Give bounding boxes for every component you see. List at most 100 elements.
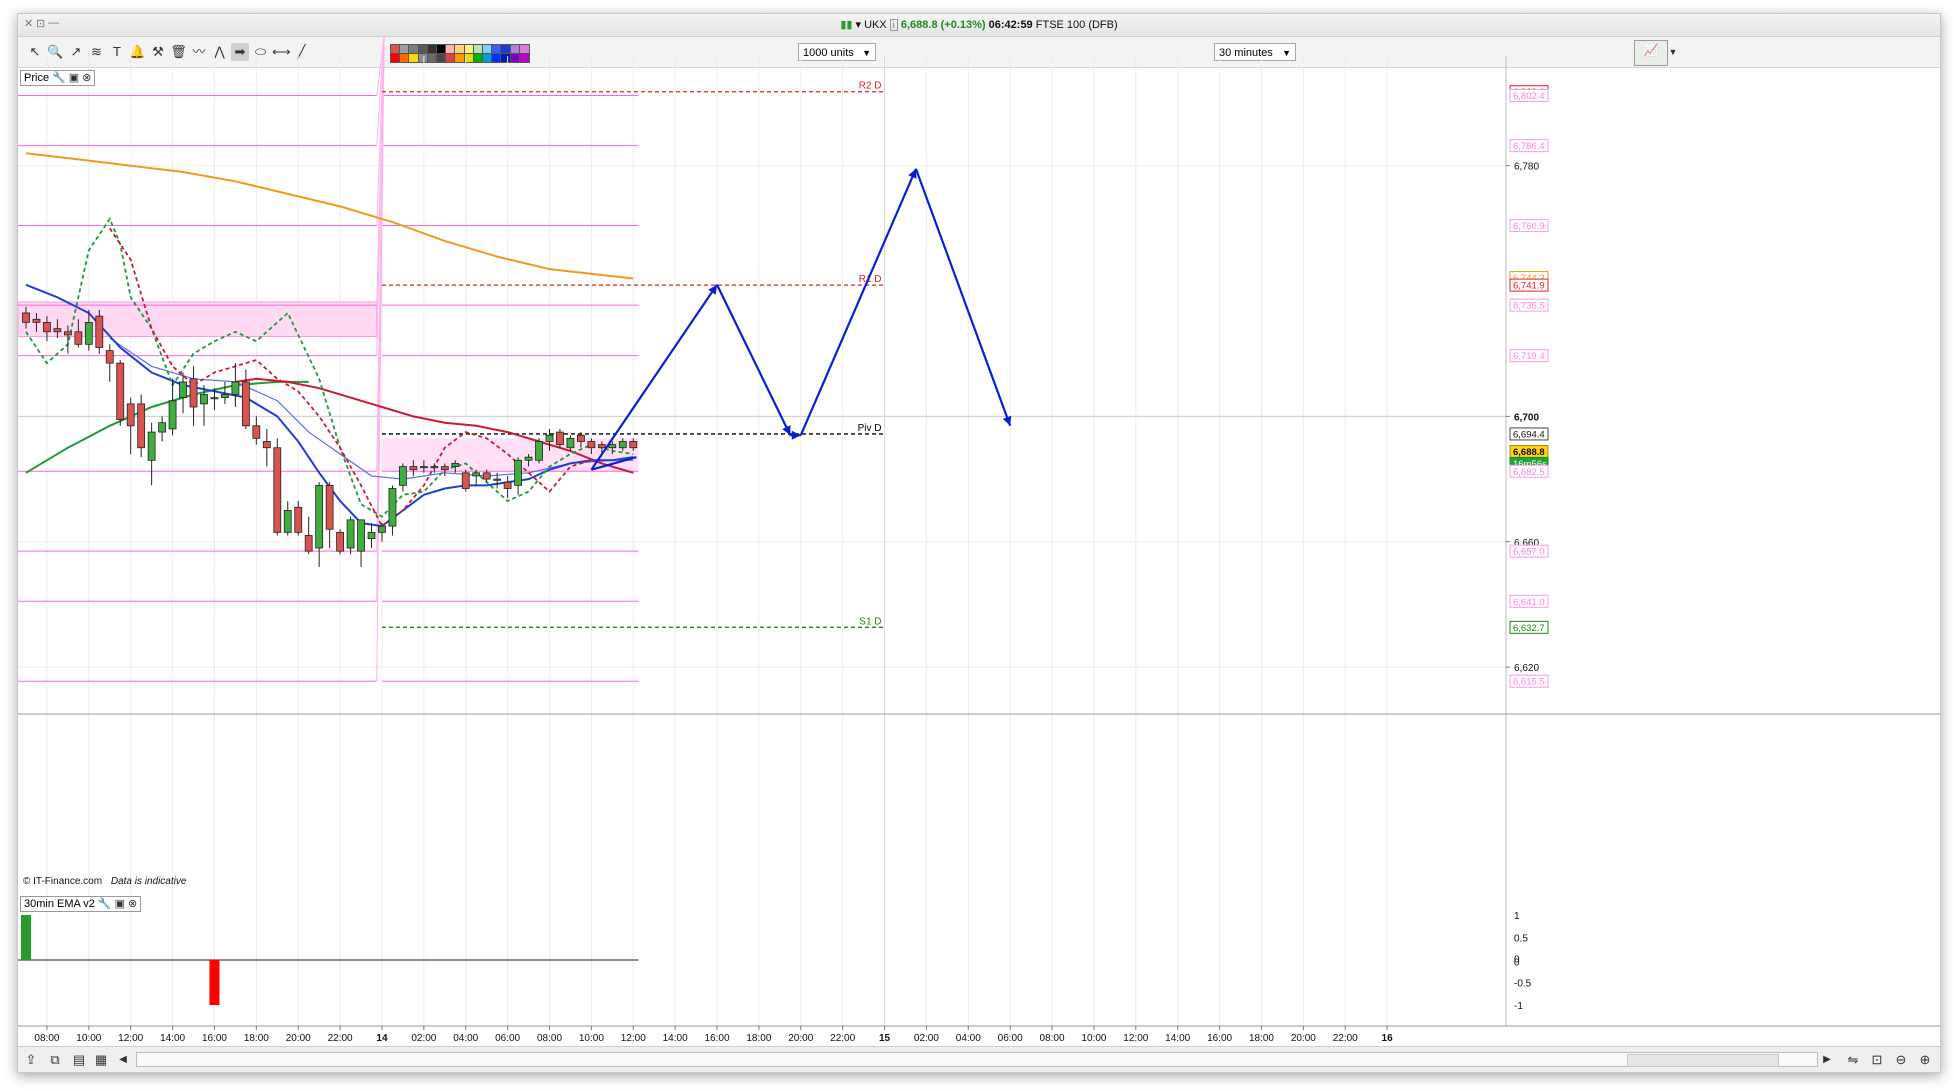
candle-body xyxy=(168,400,177,430)
horizontal-scrollbar[interactable] xyxy=(136,1052,1818,1067)
price-label-text: 6,735.5 xyxy=(1513,301,1545,312)
price-label-text: 6,657.0 xyxy=(1513,547,1545,558)
indicator-tick-label: 0.5 xyxy=(1514,934,1528,945)
candle-body xyxy=(262,441,271,449)
zoom-fit-icon[interactable]: ⊡ xyxy=(1868,1051,1886,1069)
candle-body xyxy=(189,378,198,408)
candle-body xyxy=(482,472,491,480)
price-label-text: 6,802.4 xyxy=(1513,91,1545,102)
candle-body xyxy=(493,478,502,481)
close-circle-icon[interactable]: ⊗ xyxy=(82,70,91,86)
candle-body xyxy=(22,312,30,323)
time-tick-label: 14:00 xyxy=(1165,1033,1190,1044)
candle-body xyxy=(231,381,240,395)
time-tick-label: 14:00 xyxy=(160,1033,185,1044)
candle-body xyxy=(419,466,428,469)
candle-body xyxy=(524,456,533,461)
candle-body xyxy=(273,447,282,533)
candle-body xyxy=(32,318,41,323)
time-tick-label: 16:00 xyxy=(1207,1033,1232,1044)
grid xyxy=(18,56,1506,1026)
candle-body xyxy=(116,362,125,420)
time-tick-label: 08:00 xyxy=(1040,1033,1065,1044)
candle-body xyxy=(618,441,627,449)
window-icon[interactable]: ▣ xyxy=(115,896,125,912)
grid-layout-icon[interactable]: ▦ xyxy=(92,1051,110,1069)
scroll-thumb[interactable] xyxy=(1627,1054,1779,1067)
candle-body xyxy=(378,525,386,533)
price-label-text: 6,688.8 xyxy=(1513,447,1545,458)
candle-body xyxy=(399,466,407,486)
time-tick-label: 06:00 xyxy=(495,1033,520,1044)
price-label-text: 6,760.9 xyxy=(1513,221,1545,232)
candle-body xyxy=(147,431,156,461)
time-tick-label: 08:00 xyxy=(537,1033,562,1044)
indicator-bar xyxy=(21,915,31,960)
price-label-text: 6,641.0 xyxy=(1513,597,1545,608)
candle-body xyxy=(545,434,554,442)
candle-body xyxy=(346,519,355,549)
indicator-legend[interactable]: 30min EMA v2 🔧 ▣ ⊗ xyxy=(20,896,142,912)
time-tick-label: 18:00 xyxy=(1249,1033,1274,1044)
candle-body xyxy=(283,510,292,533)
candle-body xyxy=(336,531,345,552)
wrench-icon[interactable]: 🔧 xyxy=(98,896,112,912)
time-tick-label: 18:00 xyxy=(746,1033,771,1044)
window-icon[interactable]: ▣ xyxy=(69,70,79,86)
candle-body xyxy=(95,315,104,348)
indicator-tick-label: -0.5 xyxy=(1514,979,1532,990)
candle-body xyxy=(629,441,638,449)
candles xyxy=(22,306,638,567)
time-tick-label: 12:00 xyxy=(118,1033,143,1044)
time-tick-label: 10:00 xyxy=(579,1033,604,1044)
export-icon[interactable]: ⇪ xyxy=(22,1051,40,1069)
price-legend[interactable]: Price 🔧 ▣ ⊗ xyxy=(20,70,96,86)
candle-body xyxy=(137,403,146,449)
indicator-tick-label: 1 xyxy=(1514,911,1520,922)
time-tick-label: 22:00 xyxy=(328,1033,353,1044)
price-label-text: 6,682.5 xyxy=(1513,467,1545,478)
time-tick-label: 12:00 xyxy=(621,1033,646,1044)
time-tick-label: 10:00 xyxy=(76,1033,101,1044)
close-circle-icon[interactable]: ⊗ xyxy=(128,896,137,912)
price-tick-label: 6,620 xyxy=(1514,663,1539,674)
scroll-right-icon[interactable]: ▶ xyxy=(1818,1051,1836,1069)
scroll-left-icon[interactable]: ◀ xyxy=(114,1051,132,1069)
candle-body xyxy=(63,331,72,336)
projection-arrowhead xyxy=(708,284,718,295)
time-tick-label: 18:00 xyxy=(244,1033,269,1044)
price-label-text: 6,615.5 xyxy=(1513,677,1545,688)
price-tick-label: 6,700 xyxy=(1514,412,1539,423)
projection-segment xyxy=(914,168,1012,427)
fit-icon[interactable]: ⇋ xyxy=(1844,1051,1862,1069)
time-tick-label: 15 xyxy=(879,1033,891,1044)
time-tick-label: 04:00 xyxy=(956,1033,981,1044)
wrench-icon[interactable]: 🔧 xyxy=(52,70,66,86)
time-tick-label: 14 xyxy=(376,1033,388,1044)
candle-body xyxy=(535,441,543,461)
time-tick-label: 22:00 xyxy=(1333,1033,1358,1044)
time-tick-label: 08:00 xyxy=(34,1033,59,1044)
zoom-out-icon[interactable]: ⊖ xyxy=(1892,1051,1910,1069)
projection-path[interactable] xyxy=(590,168,1012,471)
candle-body xyxy=(451,463,460,467)
document-icon[interactable]: ▤ xyxy=(70,1051,88,1069)
zoom-in-icon[interactable]: ⊕ xyxy=(1916,1051,1934,1069)
time-tick-label: 02:00 xyxy=(914,1033,939,1044)
candle-body xyxy=(74,331,83,345)
candle-body xyxy=(210,397,219,400)
indicator-tick-label: -1 xyxy=(1514,1001,1523,1012)
indicator-lines xyxy=(25,152,634,528)
time-tick-label: 06:00 xyxy=(998,1033,1023,1044)
candle-body xyxy=(430,466,439,469)
candle-body xyxy=(566,437,575,449)
projection-segment xyxy=(716,284,792,436)
candle-body xyxy=(514,459,522,486)
candle-body xyxy=(158,422,167,433)
pages-icon[interactable]: ⧉ xyxy=(46,1051,64,1069)
candle-body xyxy=(43,321,51,333)
candle-body xyxy=(608,444,617,449)
candle-body xyxy=(357,519,365,552)
time-tick-label: 12:00 xyxy=(1123,1033,1148,1044)
candle-body xyxy=(388,488,397,527)
